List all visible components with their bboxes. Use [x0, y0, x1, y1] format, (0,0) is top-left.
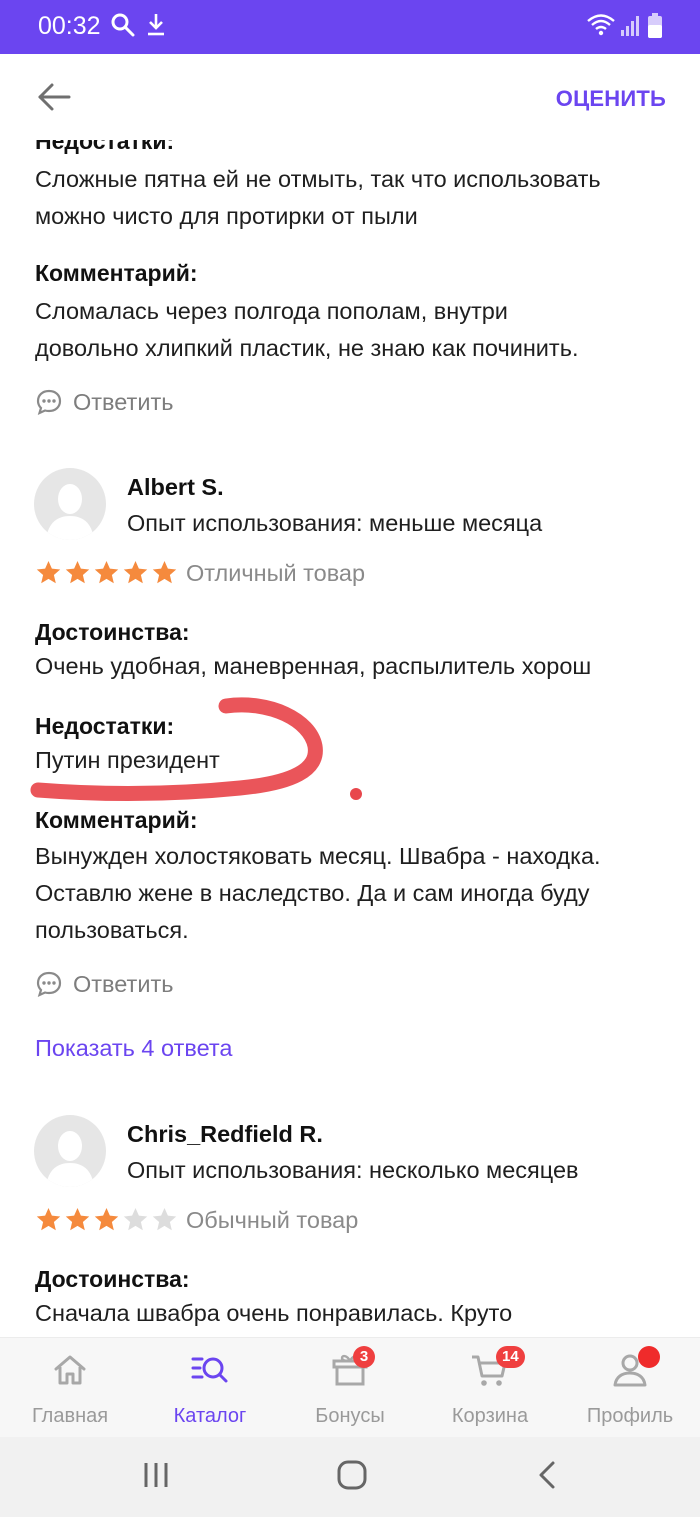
comment-label: Комментарий:	[35, 807, 198, 833]
reply-label: Ответить	[73, 388, 174, 415]
rating-label: Обычный товар	[186, 1207, 359, 1233]
home-icon	[54, 1355, 86, 1385]
tab-label: Каталог	[173, 1405, 247, 1427]
rating-stars	[35, 559, 178, 586]
star-filled-icon	[36, 561, 61, 584]
tab-home[interactable]: Главная	[0, 1338, 140, 1438]
star-filled-icon	[94, 1208, 119, 1231]
user-silhouette-icon	[46, 484, 94, 540]
cons-text: Путин президент	[35, 747, 220, 773]
tab-cart[interactable]: 14 Корзина	[420, 1338, 560, 1438]
catalog-search-icon	[191, 1357, 228, 1383]
usage-experience: Опыт использования: меньше месяца	[127, 510, 543, 536]
wifi-icon	[587, 14, 615, 36]
status-bar: 00:32	[0, 0, 700, 54]
avatar	[34, 468, 106, 540]
tab-label: Корзина	[451, 1405, 529, 1427]
back-button-icon[interactable]	[535, 1459, 559, 1491]
pros-text: Сначала швабра очень понравилась. Круто	[35, 1300, 513, 1326]
cart-badge: 14	[496, 1346, 525, 1368]
star-filled-icon	[152, 561, 177, 584]
recent-apps-icon[interactable]	[141, 1459, 171, 1491]
bottom-tab-bar: Главная Каталог 3 Бонусы 14 Корзина Проф…	[0, 1337, 700, 1437]
tab-profile[interactable]: Профиль	[560, 1338, 700, 1438]
rating-label: Отличный товар	[186, 560, 366, 586]
reply-label: Ответить	[73, 970, 174, 997]
home-button-icon[interactable]	[336, 1459, 368, 1491]
comment-text-line-2: довольно хлипкий пластик, не знаю как по…	[35, 335, 579, 361]
comment-text-line-1: Вынужден холостяковать месяц. Швабра - н…	[35, 843, 601, 869]
notification-dot	[638, 1346, 660, 1368]
cons-label: Недостатки:	[35, 713, 175, 739]
reviews-list: Недостатки: Сложные пятна ей не отмыть, …	[0, 140, 700, 1337]
search-icon	[111, 13, 135, 37]
cons-text-line-1: Сложные пятна ей не отмыть, так что испо…	[35, 166, 601, 192]
download-icon	[148, 14, 164, 36]
pros-label: Достоинства:	[35, 619, 190, 645]
tab-catalog[interactable]: Каталог	[140, 1338, 280, 1438]
tab-label: Главная	[31, 1405, 109, 1427]
status-time: 00:32	[38, 12, 101, 40]
rating-stars	[35, 1206, 178, 1233]
tab-label: Профиль	[586, 1405, 674, 1427]
system-nav-bar	[0, 1437, 700, 1517]
comment-bubble-icon	[36, 971, 62, 998]
comment-text-line-2: Оставлю жене в наследство. Да и сам иног…	[35, 880, 590, 906]
show-answers-link[interactable]: Показать 4 ответа	[35, 1035, 232, 1062]
star-empty-icon	[123, 1208, 148, 1231]
comment-label: Комментарий:	[35, 260, 198, 286]
star-filled-icon	[123, 561, 148, 584]
tab-label: Бонусы	[315, 1405, 385, 1427]
reply-button[interactable]: Ответить	[35, 388, 173, 416]
rate-button[interactable]: ОЦЕНИТЬ	[556, 86, 666, 112]
back-arrow-icon[interactable]	[36, 82, 72, 112]
user-silhouette-icon	[46, 1131, 94, 1187]
pros-text: Очень удобная, маневренная, распылитель …	[35, 653, 592, 679]
author-name: Albert S.	[127, 474, 224, 500]
tab-bonuses[interactable]: 3 Бонусы	[280, 1338, 420, 1438]
comment-bubble-icon	[36, 389, 62, 416]
signal-icon	[621, 16, 639, 36]
battery-icon	[648, 13, 662, 38]
comment-text-line-1: Сломалась через полгода пополам, внутри	[35, 298, 508, 324]
bonus-badge: 3	[353, 1346, 375, 1368]
star-empty-icon	[152, 1208, 177, 1231]
cons-label: Недостатки:	[35, 140, 175, 154]
avatar	[34, 1115, 106, 1187]
star-filled-icon	[65, 561, 90, 584]
reply-button[interactable]: Ответить	[35, 970, 173, 998]
cons-text-line-2: можно чисто для протирки от пыли	[35, 203, 418, 229]
star-filled-icon	[36, 1208, 61, 1231]
usage-experience: Опыт использования: несколько месяцев	[127, 1157, 579, 1183]
app-header: ОЦЕНИТЬ	[0, 54, 700, 140]
pros-label: Достоинства:	[35, 1266, 190, 1292]
star-filled-icon	[65, 1208, 90, 1231]
author-name: Chris_Redfield R.	[127, 1121, 323, 1147]
star-filled-icon	[94, 561, 119, 584]
comment-text-line-3: пользоваться.	[35, 917, 189, 943]
